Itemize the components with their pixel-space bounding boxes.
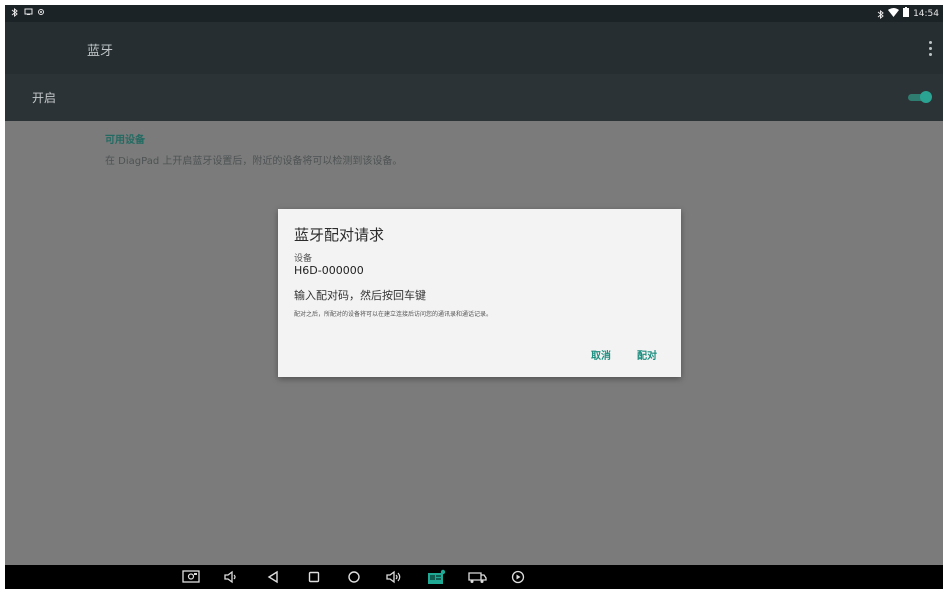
bluetooth-icon (11, 7, 18, 18)
device-label: 设备 (294, 254, 313, 264)
wifi-icon (888, 7, 900, 20)
status-right-icons: 14:54 (877, 7, 939, 20)
diagnostic-app-icon[interactable] (426, 567, 446, 587)
bluetooth-icon (877, 9, 884, 19)
volume-up-icon[interactable] (384, 567, 404, 587)
pair-button[interactable]: 配对 (637, 347, 657, 362)
switch-label: 开启 (32, 91, 57, 105)
status-bar: 14:54 (5, 5, 943, 22)
navigation-bar (5, 565, 943, 589)
status-time: 14:54 (913, 8, 939, 19)
screen-icon (24, 8, 33, 16)
android-screen: 14:54 蓝牙 开启 可用设备 在 DiagPad 上开启蓝牙设置后，附近的设… (5, 5, 943, 589)
vehicle-icon[interactable] (467, 567, 487, 587)
visibility-description: 在 DiagPad 上开启蓝牙设置后，附近的设备将可以检测到该设备。 (105, 156, 403, 167)
toggle-thumb (920, 91, 932, 103)
dialog-title: 蓝牙配对请求 (294, 226, 385, 244)
screenshot-icon[interactable] (181, 567, 201, 587)
available-devices-header: 可用设备 (105, 135, 145, 146)
play-icon[interactable] (508, 567, 528, 587)
home-icon[interactable] (344, 567, 364, 587)
device-name: H6D-000000 (294, 264, 364, 277)
bluetooth-switch-row[interactable]: 开启 (5, 74, 943, 121)
status-left-icons (11, 7, 44, 18)
sync-icon (37, 8, 44, 16)
volume-down-icon[interactable] (221, 567, 241, 587)
overflow-menu-icon[interactable] (925, 38, 935, 58)
app-bar: 蓝牙 (5, 22, 943, 74)
pairing-note: 配对之后，所配对的设备将可以在建立连接后访问您的通讯录和通话记录。 (294, 311, 493, 318)
cancel-button[interactable]: 取消 (591, 347, 611, 362)
page-title: 蓝牙 (87, 44, 114, 59)
battery-icon (903, 7, 910, 20)
pairing-dialog: 蓝牙配对请求 设备 H6D-000000 输入配对码，然后按回车键 配对之后，所… (278, 209, 681, 377)
pairing-instruction: 输入配对码，然后按回车键 (294, 289, 426, 302)
recents-icon[interactable] (304, 567, 324, 587)
bluetooth-toggle[interactable] (908, 91, 932, 103)
back-icon[interactable] (263, 567, 283, 587)
